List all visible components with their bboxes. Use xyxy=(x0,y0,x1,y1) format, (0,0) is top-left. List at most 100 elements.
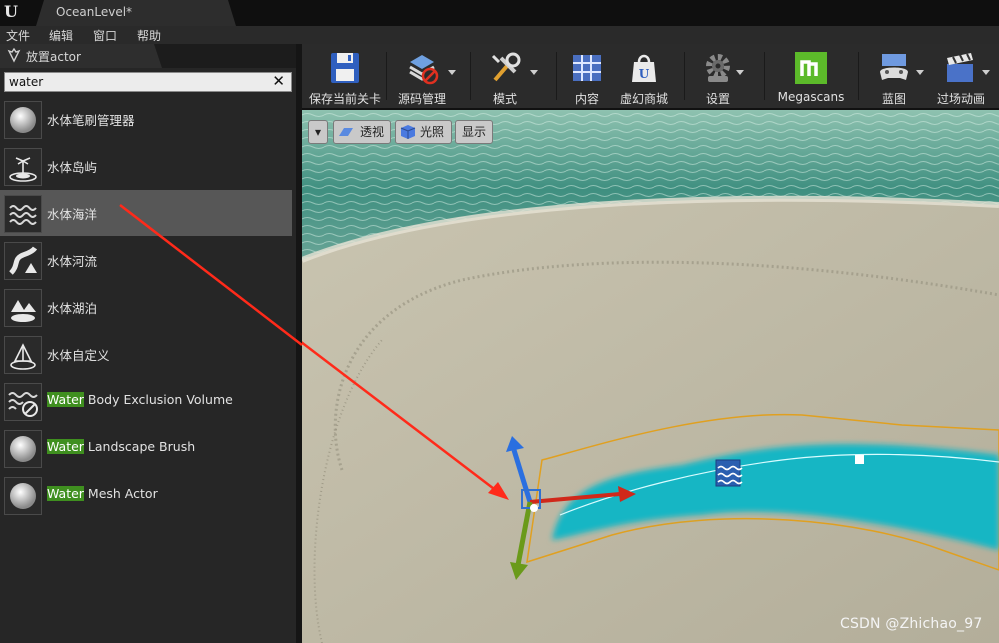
viewport-options-button[interactable]: ▾ xyxy=(308,120,328,144)
toolbar-button-label: 源码管理 xyxy=(397,92,446,106)
lake-icon xyxy=(4,289,42,327)
list-item-label-rest: Mesh Actor xyxy=(83,486,158,501)
toolbar-separator xyxy=(470,52,471,100)
toolbar-separator xyxy=(556,52,557,100)
list-item-selected[interactable]: 水体海洋 xyxy=(0,190,292,236)
list-item-label: 水体湖泊 xyxy=(47,301,98,316)
chevron-down-icon: ▾ xyxy=(314,125,322,139)
search-highlight: Water xyxy=(47,392,84,407)
clapperboard-icon xyxy=(947,53,973,82)
title-bar: U OceanLevel* xyxy=(0,0,999,26)
place-actors-tab[interactable]: 放置actor xyxy=(0,44,162,68)
cinematics-button[interactable]: 过场动画 xyxy=(934,48,990,106)
search-highlight: Water xyxy=(47,439,84,454)
list-item[interactable]: 水体河流 xyxy=(0,237,292,283)
list-item-label-rest: Body Exclusion Volume xyxy=(83,392,233,407)
menu-bar: 文件 编辑 窗口 帮助 xyxy=(0,26,999,44)
content-button[interactable]: 内容 xyxy=(564,48,610,106)
show-label: 显示 xyxy=(461,125,486,139)
chevron-down-icon xyxy=(982,70,990,75)
list-item[interactable]: 水体岛屿 xyxy=(0,143,292,189)
toolbar-button-label: 虚幻商城 xyxy=(619,92,668,106)
water-body-icon[interactable] xyxy=(715,459,743,487)
sphere-icon xyxy=(4,101,42,139)
lit-cube-icon xyxy=(400,125,416,139)
modes-tools-icon xyxy=(491,52,521,82)
toolbar-separator xyxy=(386,52,387,100)
level-viewport[interactable]: ▾ 透视 光照 显示 xyxy=(302,110,999,643)
clear-search-icon[interactable]: ✕ xyxy=(272,72,285,90)
list-item[interactable]: Water Mesh Actor xyxy=(0,472,292,518)
toolbar-button-label: 设置 xyxy=(705,92,730,106)
toolbar-separator xyxy=(764,52,765,100)
exclusion-volume-icon xyxy=(4,383,42,421)
content-grid-icon xyxy=(573,55,601,81)
blueprints-button[interactable]: 蓝图 xyxy=(866,48,924,106)
menu-window[interactable]: 窗口 xyxy=(93,27,117,44)
lighting-button[interactable]: 光照 xyxy=(395,120,452,144)
sphere-icon xyxy=(4,430,42,468)
toolbar-separator xyxy=(684,52,685,100)
list-item[interactable]: Water Landscape Brush xyxy=(0,425,292,471)
svg-text:U: U xyxy=(639,67,650,81)
document-tab[interactable]: OceanLevel* xyxy=(36,0,236,26)
lighting-label: 光照 xyxy=(420,125,445,139)
list-item-label: Water Mesh Actor xyxy=(47,486,158,501)
toolbar-button-label: 内容 xyxy=(574,92,599,106)
list-item-label: 水体岛屿 xyxy=(47,160,98,175)
list-item-label: 水体海洋 xyxy=(47,207,98,222)
megascans-button[interactable]: Megascans xyxy=(776,48,846,106)
list-item-label: 水体自定义 xyxy=(47,348,110,363)
show-button[interactable]: 显示 xyxy=(455,120,493,144)
main-toolbar: 保存当前关卡 源码管理 模式 内容 U 虚幻商城 设置 Megascans 蓝图… xyxy=(302,44,999,110)
list-item-label: 水体笔刷管理器 xyxy=(47,113,135,128)
perspective-button[interactable]: 透视 xyxy=(333,120,391,144)
list-item-label: Water Body Exclusion Volume xyxy=(47,392,233,407)
sphere-icon xyxy=(4,477,42,515)
search-highlight: Water xyxy=(47,486,84,501)
document-tab-label: OceanLevel* xyxy=(56,5,133,19)
toolbar-button-label: 模式 xyxy=(492,92,517,106)
river-icon xyxy=(4,242,42,280)
blueprint-gamepad-icon xyxy=(880,54,908,80)
viewport-scene xyxy=(302,110,999,643)
chevron-down-icon xyxy=(916,70,924,75)
list-item[interactable]: 水体自定义 xyxy=(0,331,292,377)
unreal-logo-icon[interactable]: U xyxy=(0,0,22,24)
toolbar-button-label: 保存当前关卡 xyxy=(308,92,381,106)
place-actors-tab-label: 放置actor xyxy=(26,50,81,64)
list-item-label: 水体河流 xyxy=(47,254,98,269)
watermark-text: CSDN @Zhichao_97 xyxy=(840,616,983,632)
menu-file[interactable]: 文件 xyxy=(6,27,30,44)
marketplace-bag-icon: U xyxy=(632,54,656,82)
marketplace-button[interactable]: U 虚幻商城 xyxy=(616,48,672,106)
menu-help[interactable]: 帮助 xyxy=(137,27,161,44)
settings-gear-icon xyxy=(706,54,730,82)
list-item[interactable]: 水体笔刷管理器 xyxy=(0,96,292,142)
modes-button[interactable]: 模式 xyxy=(474,48,538,106)
search-input[interactable] xyxy=(9,73,259,91)
perspective-label: 透视 xyxy=(360,125,385,139)
megascans-logo-icon xyxy=(795,52,827,84)
save-current-level-button[interactable]: 保存当前关卡 xyxy=(306,48,384,106)
chevron-down-icon xyxy=(530,70,538,75)
toolbar-button-label: Megascans xyxy=(777,90,845,104)
place-actors-panel: 放置actor ✕ 水体笔刷管理器 水体岛屿 xyxy=(0,44,296,643)
perspective-icon xyxy=(339,128,353,136)
settings-button[interactable]: 设置 xyxy=(694,48,744,106)
toolbar-separator xyxy=(858,52,859,100)
list-item[interactable]: Water Body Exclusion Volume xyxy=(0,378,292,424)
list-item-label: Water Landscape Brush xyxy=(47,439,195,454)
toolbar-button-label: 过场动画 xyxy=(936,92,985,106)
search-box[interactable]: ✕ xyxy=(4,72,292,92)
place-actor-icon xyxy=(6,47,22,66)
menu-edit[interactable]: 编辑 xyxy=(49,27,73,44)
source-control-button[interactable]: 源码管理 xyxy=(390,48,456,106)
list-item[interactable]: 水体湖泊 xyxy=(0,284,292,330)
source-control-icon xyxy=(409,55,439,85)
island-icon xyxy=(4,148,42,186)
list-item-label-rest: Landscape Brush xyxy=(83,439,196,454)
chevron-down-icon xyxy=(736,70,744,75)
custom-water-icon xyxy=(4,336,42,374)
toolbar-button-label: 蓝图 xyxy=(881,92,906,106)
